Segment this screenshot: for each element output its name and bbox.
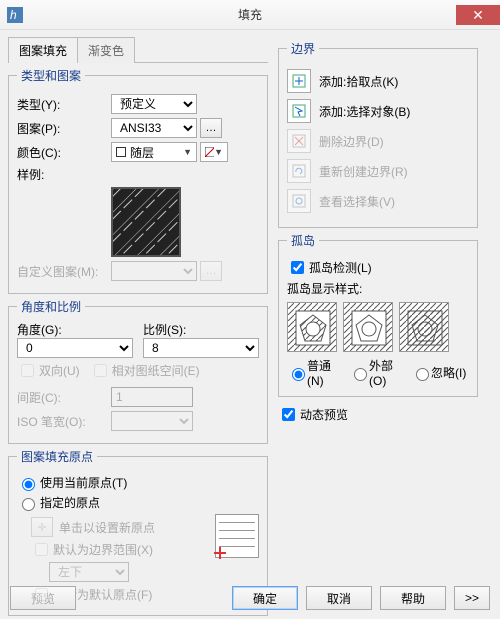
relpaper-check: 相对图纸空间(E) [90, 361, 200, 380]
delete-boundary-icon [287, 129, 311, 153]
bgcolor-select[interactable]: ▼ [200, 142, 228, 162]
cancel-button[interactable]: 取消 [306, 586, 372, 610]
origin-specified-radio[interactable]: 指定的原点 [17, 494, 259, 511]
type-label: 类型(Y): [17, 96, 111, 113]
recreate-boundary-label: 重新创建边界(R) [319, 163, 469, 180]
tab-strip: 图案填充 渐变色 [8, 36, 268, 63]
scale-label: 比例(S): [143, 321, 259, 338]
color-swatch-icon [116, 147, 126, 157]
pattern-browse-button[interactable]: … [200, 118, 222, 138]
tab-hatch[interactable]: 图案填充 [8, 37, 78, 63]
sample-label: 样例: [17, 166, 111, 183]
angle-label: 角度(G): [17, 321, 133, 338]
ok-button[interactable]: 确定 [232, 586, 298, 610]
angle-select[interactable]: 0 [17, 338, 133, 358]
svg-text:h: h [10, 8, 17, 22]
view-selection-icon [287, 189, 311, 213]
island-preview-normal[interactable] [287, 302, 337, 352]
island-normal-radio[interactable]: 普通(N) [287, 357, 343, 388]
add-pick-label[interactable]: 添加:拾取点(K) [319, 73, 469, 90]
pattern-select[interactable]: ANSI33 [111, 118, 197, 138]
none-color-icon [205, 147, 214, 157]
pick-point-icon: ✛ [31, 517, 53, 537]
group-origin-legend: 图案填充原点 [17, 448, 97, 465]
custom-pattern-select [111, 261, 197, 281]
window-title: 填充 [238, 6, 262, 23]
pattern-label: 图案(P): [17, 120, 111, 137]
island-preview-outer[interactable] [343, 302, 393, 352]
origin-default-extents: 默认为边界范围(X) [31, 540, 207, 559]
tab-gradient[interactable]: 渐变色 [77, 37, 135, 63]
color-select[interactable]: 随层 ▼ [111, 142, 197, 162]
color-value: 随层 [130, 144, 154, 161]
group-boundary-legend: 边界 [287, 40, 319, 57]
origin-click-new: ✛ 单击以设置新原点 [31, 517, 207, 537]
add-pick-icon[interactable] [287, 69, 311, 93]
add-select-icon[interactable] [287, 99, 311, 123]
help-button[interactable]: 帮助 [380, 586, 446, 610]
isopen-label: ISO 笔宽(O): [17, 413, 111, 430]
custom-pattern-browse: … [200, 261, 222, 281]
pattern-swatch[interactable] [111, 187, 181, 257]
double-check: 双向(U) [17, 361, 80, 380]
type-select[interactable]: 预定义 [111, 94, 197, 114]
chevron-down-icon: ▼ [214, 147, 223, 157]
app-icon: h [0, 0, 30, 30]
isopen-select [111, 411, 193, 431]
chevron-down-icon: ▼ [183, 147, 192, 157]
expand-button[interactable]: >> [454, 586, 490, 610]
spacing-label: 间距(C): [17, 389, 111, 406]
dynamic-preview-check[interactable]: 动态预览 [278, 405, 478, 424]
scale-select[interactable]: 8 [143, 338, 259, 358]
group-angle-legend: 角度和比例 [17, 298, 85, 315]
add-select-label[interactable]: 添加:选择对象(B) [319, 103, 469, 120]
group-island-legend: 孤岛 [287, 232, 319, 249]
delete-boundary-label: 删除边界(D) [319, 133, 469, 150]
view-selection-label: 查看选择集(V) [319, 193, 469, 210]
color-label: 颜色(C): [17, 144, 111, 161]
island-preview-ignore[interactable] [399, 302, 449, 352]
spacing-input [111, 387, 193, 407]
origin-pos-select: 左下 [49, 562, 129, 582]
origin-preview [215, 514, 259, 558]
island-style-label: 孤岛显示样式: [287, 280, 469, 297]
origin-current-radio[interactable]: 使用当前原点(T) [17, 474, 259, 491]
island-ignore-radio[interactable]: 忽略(I) [411, 357, 467, 388]
group-type-legend: 类型和图案 [17, 67, 85, 84]
recreate-boundary-icon [287, 159, 311, 183]
island-outer-radio[interactable]: 外部(O) [349, 357, 405, 388]
island-detect-check[interactable]: 孤岛检测(L) [287, 258, 469, 277]
custom-pattern-label: 自定义图案(M): [17, 263, 111, 280]
close-button[interactable]: ✕ [456, 5, 500, 25]
